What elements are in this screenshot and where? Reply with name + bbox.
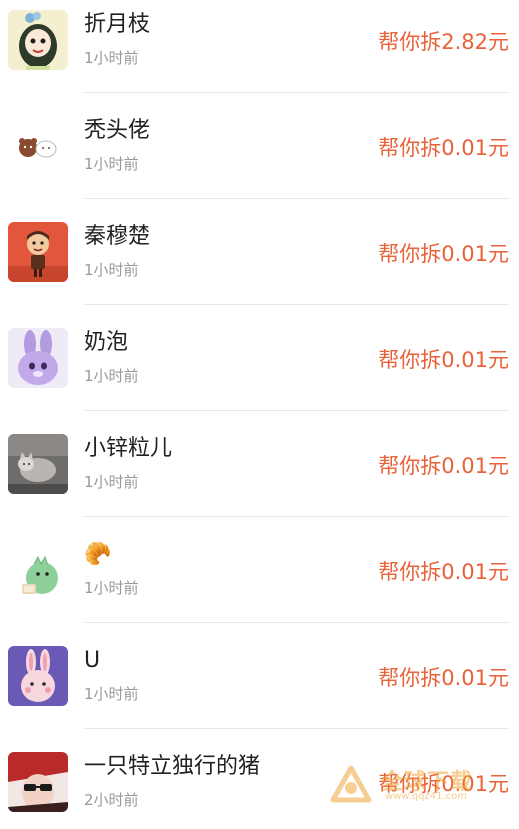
helper-amount: 帮你拆0.01元 — [378, 136, 509, 160]
helper-time: 1小时前 — [84, 367, 139, 385]
purple-bunny-avatar — [8, 328, 68, 388]
helper-name: 一只特立独行的猪 — [84, 754, 261, 779]
helper-name: U — [84, 648, 101, 673]
list-item[interactable]: 🥐 1小时前 帮你拆0.01元 — [0, 517, 519, 623]
helper-time: 2小时前 — [84, 791, 139, 809]
helper-amount: 帮你拆0.01元 — [378, 666, 509, 690]
helper-name: 秃头佬 — [84, 118, 151, 143]
helper-time: 1小时前 — [84, 49, 139, 67]
list-item[interactable]: 折月枝 1小时前 帮你拆2.82元 — [0, 0, 519, 93]
helper-time: 1小时前 — [84, 579, 139, 597]
list-item[interactable]: U 1小时前 帮你拆0.01元 — [0, 623, 519, 729]
helper-name: 🥐 — [84, 542, 112, 567]
watermark: 全球下载 www.qqz41.com — [323, 762, 513, 806]
list-item[interactable]: 秃头佬 1小时前 帮你拆0.01元 — [0, 93, 519, 199]
watermark-logo-icon — [330, 765, 372, 803]
cat-photo-avatar — [8, 434, 68, 494]
cartoon-boy-avatar — [8, 222, 68, 282]
bear-cartoon-avatar — [8, 116, 68, 176]
helper-amount: 帮你拆0.01元 — [378, 348, 509, 372]
helper-time: 1小时前 — [84, 685, 139, 703]
girl-cartoon-avatar — [8, 10, 68, 70]
list-item[interactable]: 秦穆楚 1小时前 帮你拆0.01元 — [0, 199, 519, 305]
helper-list: 折月枝 1小时前 帮你拆2.82元 秃头佬 1小时前 帮你拆0.01元 秦穆楚 … — [0, 0, 519, 829]
helper-amount: 帮你拆0.01元 — [378, 454, 509, 478]
sunglasses-avatar — [8, 752, 68, 812]
list-item[interactable]: 奶泡 1小时前 帮你拆0.01元 — [0, 305, 519, 411]
helper-name: 小锌粒儿 — [84, 436, 173, 461]
list-item[interactable]: 小锌粒儿 1小时前 帮你拆0.01元 — [0, 411, 519, 517]
helper-amount: 帮你拆0.01元 — [378, 242, 509, 266]
pink-rabbit-avatar — [8, 646, 68, 706]
helper-amount: 帮你拆2.82元 — [378, 30, 509, 54]
helper-time: 1小时前 — [84, 473, 139, 491]
helper-time: 1小时前 — [84, 261, 139, 279]
green-dinosaur-avatar — [8, 540, 68, 600]
helper-name: 秦穆楚 — [84, 224, 151, 249]
helper-time: 1小时前 — [84, 155, 139, 173]
helper-name: 折月枝 — [84, 12, 151, 37]
helper-amount: 帮你拆0.01元 — [378, 560, 509, 584]
helper-name: 奶泡 — [84, 330, 129, 355]
watermark-url: www.qqz41.com — [385, 791, 468, 802]
